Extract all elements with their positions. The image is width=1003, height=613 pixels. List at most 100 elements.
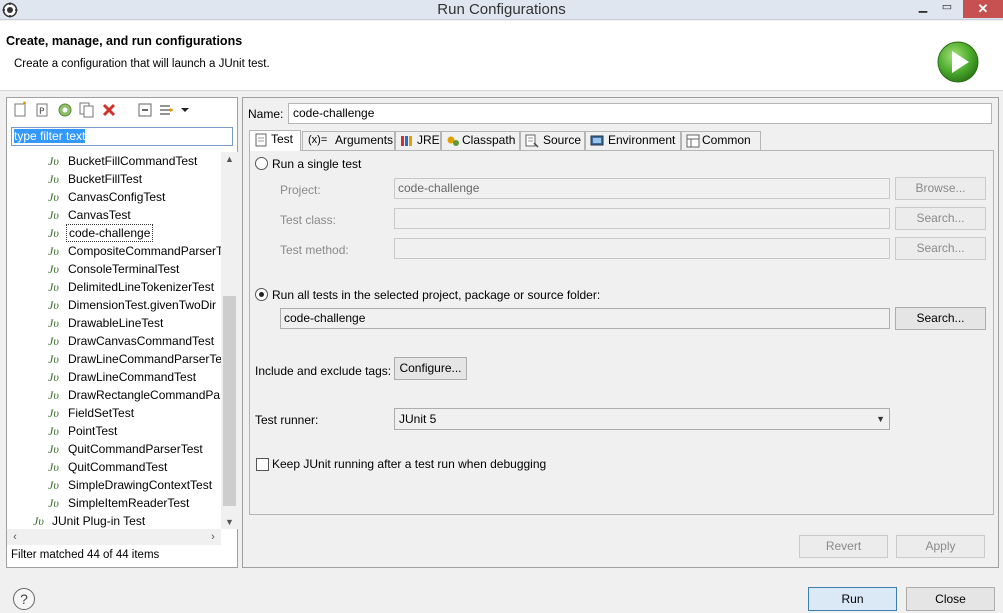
configure-tags-button[interactable]: Configure... <box>394 357 467 380</box>
tree-horizontal-scrollbar[interactable]: ‹ › <box>7 529 221 545</box>
test-method-field[interactable] <box>394 238 890 259</box>
minimize-button[interactable]: ▁ <box>912 0 934 18</box>
run-single-radio[interactable] <box>255 157 268 170</box>
keep-running-checkbox[interactable] <box>256 458 269 471</box>
tab-source[interactable]: Source <box>520 131 585 150</box>
junit-icon: Jυ <box>48 298 59 312</box>
scroll-right-arrow-icon[interactable]: › <box>205 529 221 545</box>
filter-input-text: type filter text <box>14 129 86 143</box>
scroll-down-arrow-icon[interactable]: ▼ <box>221 515 238 529</box>
tree-item[interactable]: Jυ CompositeCommandParserT <box>7 242 221 260</box>
tree-item-label: BucketFillTest <box>68 172 143 186</box>
tree-item[interactable]: Jυ PointTest <box>7 422 221 440</box>
scroll-left-arrow-icon[interactable]: ‹ <box>7 529 23 545</box>
close-window-button[interactable]: ✕ <box>963 0 1003 18</box>
maximize-button[interactable]: ▭ <box>935 0 959 18</box>
tab-classpath-label: Classpath <box>462 133 516 147</box>
tree-item-label: DrawLineCommandParserTe <box>68 352 221 366</box>
tab-jre-label: JRE <box>417 133 440 147</box>
delete-icon[interactable] <box>100 101 118 119</box>
junit-icon: Jυ <box>48 190 59 204</box>
filter-icon[interactable] <box>158 101 176 119</box>
project-field[interactable]: code-challenge <box>394 178 890 199</box>
run-all-radio[interactable] <box>255 288 268 301</box>
tree-item[interactable]: Jυ BucketFillCommandTest <box>7 152 221 170</box>
tree-item-label: DrawableLineTest <box>68 316 164 330</box>
tree-item-junit-plugin-test[interactable]: Jυ JUnit Plug-in Test <box>7 512 221 529</box>
tab-classpath[interactable]: Classpath <box>441 131 520 150</box>
search-test-method-button[interactable]: Search... <box>895 237 986 260</box>
test-runner-select[interactable]: JUnit 5 ▼ <box>394 408 890 430</box>
tree-item[interactable]: Jυ QuitCommandTest <box>7 458 221 476</box>
junit-icon: Jυ <box>48 208 59 222</box>
tab-arguments-label: Arguments <box>335 133 394 147</box>
revert-button[interactable]: Revert <box>799 535 888 558</box>
editor-tabs: Test (x)= Arguments JRE Classpath Source… <box>249 130 994 151</box>
tab-jre[interactable]: JRE <box>395 131 441 150</box>
tree-item[interactable]: Jυ DrawLineCommandTest <box>7 368 221 386</box>
tree-item[interactable]: Jυ DrawRectangleCommandPa <box>7 386 221 404</box>
header-description: Create a configuration that will launch … <box>14 58 270 70</box>
tree-item[interactable]: Jυ DrawableLineTest <box>7 314 221 332</box>
junit-icon: Jυ <box>48 460 59 474</box>
close-button[interactable]: Close <box>906 587 995 611</box>
dropdown-icon[interactable] <box>180 101 190 119</box>
test-method-label: Test method: <box>280 243 349 257</box>
tab-common[interactable]: Common <box>681 131 761 150</box>
test-class-field[interactable] <box>394 208 890 229</box>
source-tab-icon <box>525 134 539 148</box>
junit-icon: Jυ <box>48 352 59 366</box>
tab-common-label: Common <box>702 133 751 147</box>
tree-item-label: code-challenge <box>66 224 154 242</box>
tree-item[interactable]: Jυ code-challenge <box>7 224 221 242</box>
tree-vertical-scrollbar[interactable]: ▲ ▼ <box>221 152 238 529</box>
collapse-all-icon[interactable] <box>136 101 154 119</box>
junit-icon: Jυ <box>48 316 59 330</box>
configuration-editor: Name: code-challenge Test (x)= Arguments… <box>242 97 999 568</box>
scroll-up-arrow-icon[interactable]: ▲ <box>221 152 238 166</box>
browse-button[interactable]: Browse... <box>895 177 986 200</box>
tree-item[interactable]: Jυ CanvasConfigTest <box>7 188 221 206</box>
tab-test-label: Test <box>271 132 294 146</box>
configurations-tree[interactable]: Jυ BucketFillCommandTest Jυ BucketFillTest J… <box>7 152 221 529</box>
new-configuration-icon[interactable] <box>12 101 30 119</box>
keep-running-label: Keep JUnit running after a test run when… <box>272 457 547 471</box>
tree-item[interactable]: Jυ CanvasTest <box>7 206 221 224</box>
name-input[interactable]: code-challenge <box>288 103 992 124</box>
tab-test[interactable]: Test <box>249 130 301 151</box>
junit-icon: Jυ <box>48 172 59 186</box>
tree-item[interactable]: Jυ DrawCanvasCommandTest <box>7 332 221 350</box>
junit-icon: Jυ <box>48 262 59 276</box>
tree-item[interactable]: Jυ FieldSetTest <box>7 404 221 422</box>
tab-environment[interactable]: Environment <box>585 131 681 150</box>
run-button[interactable]: Run <box>808 587 897 611</box>
test-tab-pane: Run a single test Project: code-challeng… <box>249 150 994 515</box>
tree-item-label: QuitCommandParserTest <box>68 442 203 456</box>
tree-item[interactable]: Jυ DimensionTest.givenTwoDir <box>7 296 221 314</box>
duplicate-icon[interactable] <box>78 101 96 119</box>
tree-item[interactable]: Jυ SimpleItemReaderTest <box>7 494 221 512</box>
tree-item[interactable]: Jυ SimpleDrawingContextTest <box>7 476 221 494</box>
new-prototype-icon[interactable]: P <box>34 101 52 119</box>
title-bar: Run Configurations ▁ ▭ ✕ <box>0 0 1003 20</box>
apply-button[interactable]: Apply <box>896 535 985 558</box>
tree-item-label: CompositeCommandParserT <box>68 244 221 258</box>
help-icon[interactable]: ? <box>13 588 35 610</box>
tree-item[interactable]: Jυ ConsoleTerminalTest <box>7 260 221 278</box>
scrollbar-thumb[interactable] <box>223 296 236 506</box>
filter-input[interactable]: type filter text <box>11 127 233 146</box>
tree-item[interactable]: Jυ QuitCommandParserTest <box>7 440 221 458</box>
tree-item[interactable]: Jυ DelimitedLineTokenizerTest <box>7 278 221 296</box>
search-test-class-button[interactable]: Search... <box>895 207 986 230</box>
junit-icon: Jυ <box>48 424 59 438</box>
export-icon[interactable] <box>56 101 74 119</box>
tab-environment-label: Environment <box>608 133 676 147</box>
run-all-container-field[interactable]: code-challenge <box>280 308 890 329</box>
tree-item[interactable]: Jυ DrawLineCommandParserTe <box>7 350 221 368</box>
tree-item-label: DrawCanvasCommandTest <box>68 334 215 348</box>
tree-item[interactable]: Jυ BucketFillTest <box>7 170 221 188</box>
filter-status: Filter matched 44 of 44 items <box>11 549 160 561</box>
name-label: Name: <box>248 107 284 121</box>
tab-arguments[interactable]: (x)= Arguments <box>302 131 395 150</box>
search-container-button[interactable]: Search... <box>895 307 986 330</box>
